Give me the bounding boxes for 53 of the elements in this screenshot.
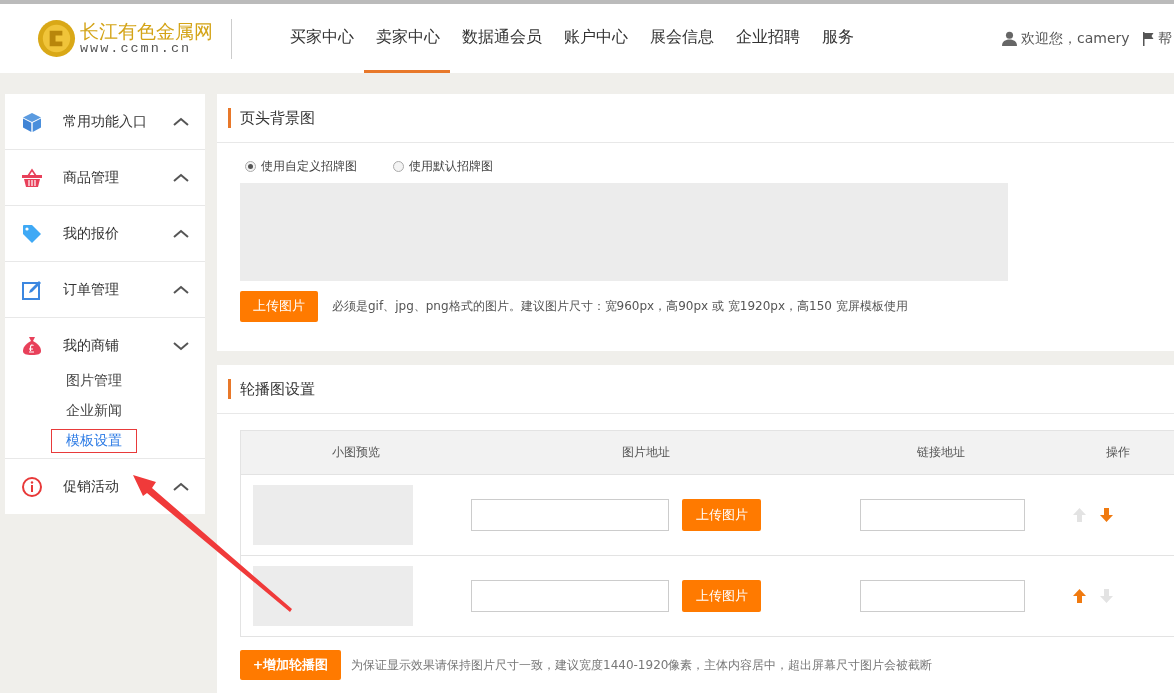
nav-tab[interactable]: 卖家中心 (364, 4, 450, 73)
cube-icon (22, 111, 42, 132)
radio-button[interactable] (245, 161, 256, 172)
flag-icon (1141, 31, 1154, 46)
image-url-field[interactable] (471, 580, 669, 612)
chevron-up-icon[interactable] (173, 172, 189, 183)
nav-tab[interactable]: 服务 (810, 4, 864, 73)
link-url-field[interactable] (860, 580, 1025, 612)
format-hint: 必须是gif、jpg、png格式的图片。建议图片尺寸：宽960px，高90px 或 宽1920px，高150 宽屏模板使用 (332, 298, 908, 315)
column-header: 小图预览 (331, 444, 381, 461)
logo-icon (37, 19, 76, 58)
chevron-up-icon[interactable] (173, 481, 189, 492)
sidebar-item[interactable]: 我的商铺 (63, 336, 173, 355)
image-url-field[interactable] (471, 499, 669, 531)
submenu-item[interactable]: 模板设置 (51, 429, 137, 453)
sidebar-item[interactable]: 订单管理 (63, 280, 173, 299)
user-icon (1002, 31, 1017, 46)
section-title: 轮播图设置 (228, 379, 315, 399)
chevron-up-icon[interactable] (173, 116, 189, 127)
logo-name: 长江有色金属网 (80, 20, 213, 41)
radio-label[interactable]: 使用默认招牌图 (409, 158, 493, 175)
tag-icon (22, 223, 42, 244)
chevron-up-icon[interactable] (173, 228, 189, 239)
chevron-up-icon[interactable] (173, 284, 189, 295)
basket-icon (22, 167, 42, 188)
nav-tab[interactable]: 数据通会员 (450, 4, 552, 73)
help-link[interactable]: 帮 (1157, 29, 1172, 48)
submenu-item[interactable]: 企业新闻 (51, 399, 137, 423)
column-header: 链接地址 (916, 444, 966, 461)
section-title: 页头背景图 (228, 108, 315, 128)
radio-label[interactable]: 使用自定义招牌图 (261, 158, 357, 175)
link-url-field[interactable] (860, 499, 1025, 531)
nav-tab[interactable]: 账户中心 (552, 4, 638, 73)
edit-icon (22, 279, 42, 300)
arrow-up-icon[interactable] (1073, 589, 1086, 603)
radio-button[interactable] (393, 161, 404, 172)
nav-tab[interactable]: 展会信息 (638, 4, 724, 73)
sidebar-item[interactable]: 商品管理 (63, 168, 173, 187)
column-header: 图片地址 (621, 444, 671, 461)
nav-tab[interactable]: 企业招聘 (724, 4, 810, 73)
info-icon (22, 476, 42, 497)
sidebar-item[interactable]: 我的报价 (63, 224, 173, 243)
sidebar-item[interactable]: 常用功能入口 (63, 112, 173, 131)
size-hint: 为保证显示效果请保持图片尺寸一致，建议宽度1440-1920像素，主体内容居中，超出屏幕尺寸图片会被截断 (351, 656, 933, 674)
chevron-down-icon[interactable] (173, 340, 189, 351)
arrow-down-icon[interactable] (1100, 508, 1113, 522)
logo-url: www.ccmn.cn (80, 40, 192, 57)
column-header: 操作 (1104, 444, 1131, 461)
money-bag-icon (22, 335, 42, 356)
sidebar-item[interactable]: 促销活动 (63, 477, 173, 496)
submenu-item[interactable]: 图片管理 (51, 369, 137, 393)
welcome-text: 欢迎您，camery (1021, 29, 1130, 48)
nav-tab[interactable]: 买家中心 (278, 4, 364, 73)
